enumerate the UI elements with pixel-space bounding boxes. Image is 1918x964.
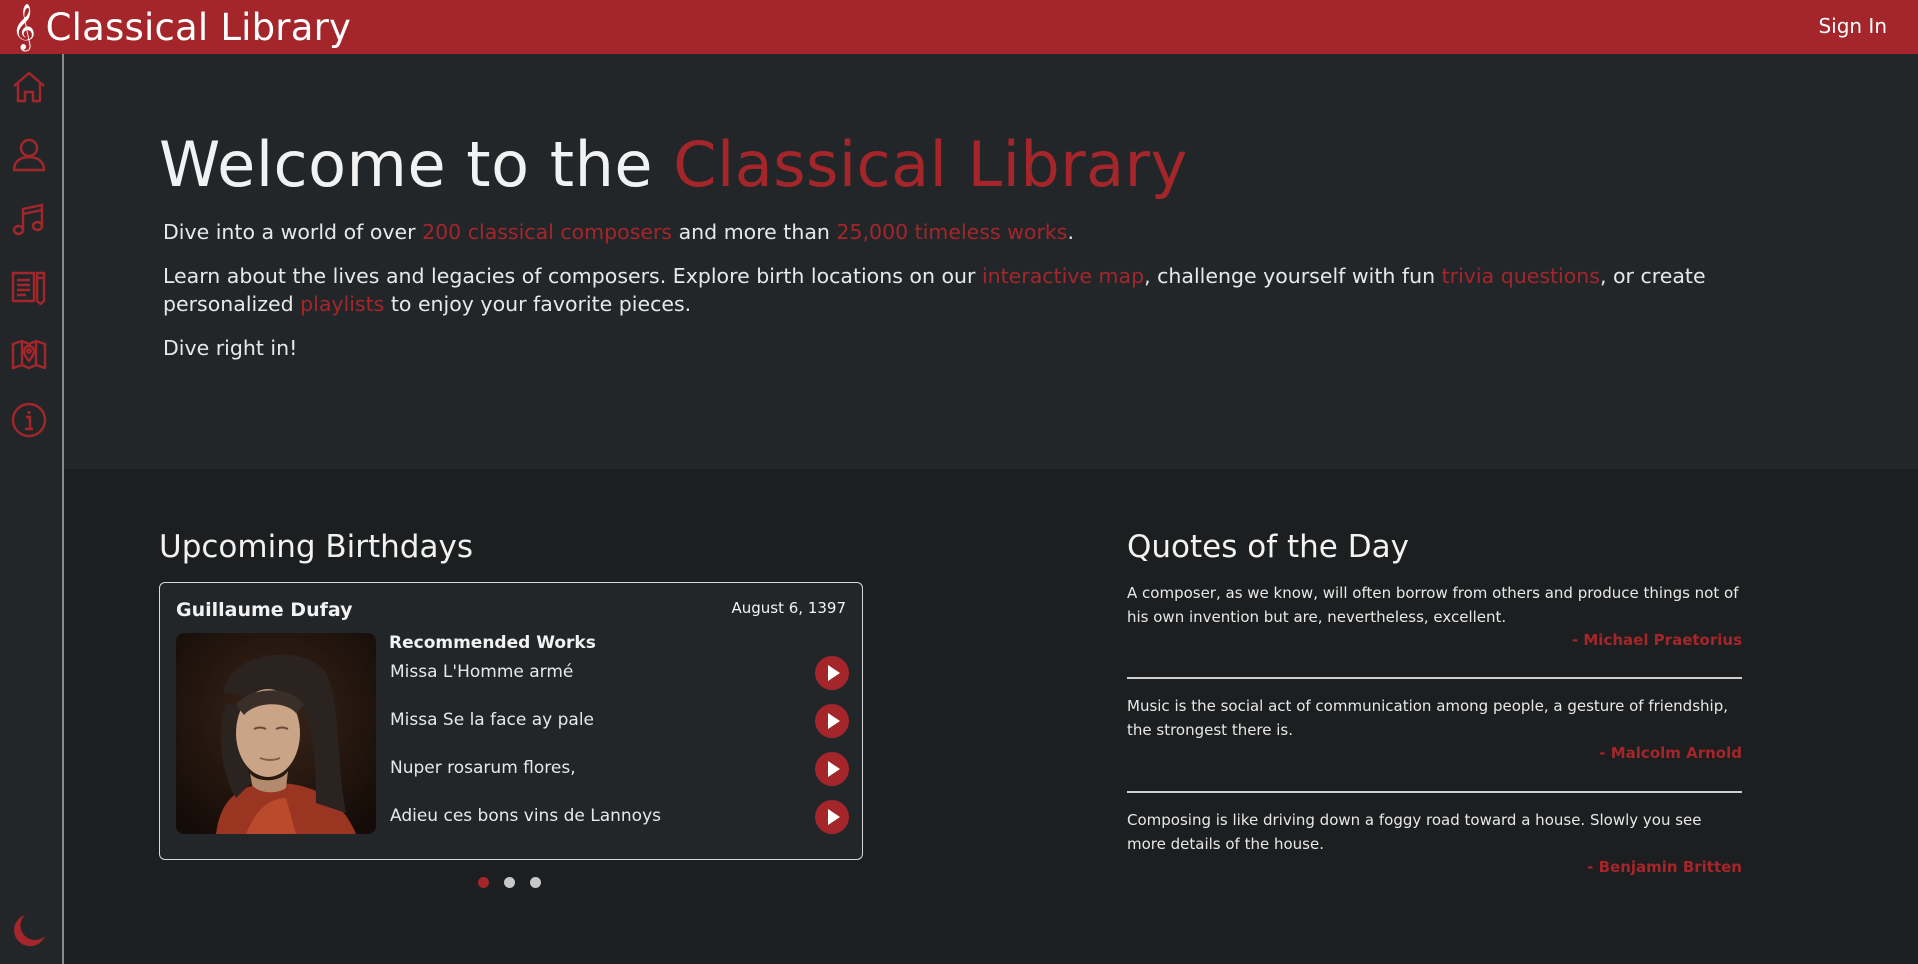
carousel-dots — [478, 877, 541, 889]
title-accent: Classical Library — [673, 128, 1188, 201]
quote-item: Music is the social act of communication… — [1127, 694, 1742, 762]
play-icon[interactable] — [815, 752, 849, 786]
hero-paragraph-2: Learn about the lives and legacies of co… — [163, 262, 1763, 318]
hero-text: . — [1067, 220, 1074, 244]
music-note-icon[interactable] — [10, 201, 48, 239]
carousel-dot-3[interactable] — [530, 877, 541, 888]
birthdays-title: Upcoming Birthdays — [159, 529, 473, 565]
quote-divider — [1127, 791, 1742, 793]
birth-date: August 6, 1397 — [731, 599, 846, 617]
hero-paragraph-1: Dive into a world of over 200 classical … — [163, 218, 1763, 246]
quote-author[interactable]: - Michael Praetorius — [1127, 631, 1742, 649]
composer-portrait — [176, 633, 376, 834]
app-title: Classical Library — [45, 5, 352, 49]
birthday-card: Guillaume Dufay August 6, 1397 Recommend… — [159, 582, 863, 860]
user-icon[interactable] — [10, 135, 48, 173]
play-icon[interactable] — [815, 704, 849, 738]
work-item: Missa L'Homme armé — [389, 656, 849, 690]
interactive-map-link[interactable]: interactive map — [982, 264, 1144, 288]
map-icon[interactable] — [10, 334, 48, 372]
quote-text: A composer, as we know, will often borro… — [1127, 584, 1739, 626]
hero-text: , challenge yourself with fun — [1144, 264, 1442, 288]
info-icon[interactable] — [10, 401, 48, 439]
work-title: Adieu ces bons vins de Lannoys — [390, 806, 662, 826]
hero-text: and more than — [672, 220, 837, 244]
work-title: Nuper rosarum flores, — [390, 758, 576, 778]
quote-author[interactable]: - Malcolm Arnold — [1127, 744, 1742, 762]
composers-link[interactable]: 200 classical composers — [422, 220, 672, 244]
document-icon[interactable] — [10, 268, 48, 306]
quote-divider — [1127, 677, 1742, 679]
quotes-title: Quotes of the Day — [1127, 529, 1409, 565]
quote-item: Composing is like driving down a foggy r… — [1127, 808, 1742, 876]
sign-in-link[interactable]: Sign In — [1818, 14, 1887, 38]
quote-author[interactable]: - Benjamin Britten — [1127, 858, 1742, 876]
quote-text: Composing is like driving down a foggy r… — [1127, 811, 1702, 853]
work-title: Missa L'Homme armé — [390, 662, 574, 682]
playlists-link[interactable]: playlists — [300, 292, 384, 316]
play-icon[interactable] — [815, 656, 849, 690]
home-icon[interactable] — [10, 68, 48, 106]
page-title: Welcome to the Classical Library — [159, 128, 1188, 201]
hero-paragraph-3: Dive right in! — [163, 336, 298, 360]
moon-icon[interactable] — [10, 912, 48, 950]
lower-section: Upcoming Birthdays Guillaume Dufay Augus… — [64, 469, 1918, 964]
recommended-works-label: Recommended Works — [389, 633, 596, 653]
trivia-link[interactable]: trivia questions — [1442, 264, 1600, 288]
treble-clef-logo-icon: 𝄞 — [12, 4, 36, 50]
play-icon[interactable] — [815, 800, 849, 834]
quote-text: Music is the social act of communication… — [1127, 697, 1728, 739]
carousel-dot-2[interactable] — [504, 877, 515, 888]
work-item: Nuper rosarum flores, — [389, 752, 849, 786]
works-link[interactable]: 25,000 timeless works — [836, 220, 1067, 244]
hero-text: Dive into a world of over — [163, 220, 423, 244]
hero-text: Learn about the lives and legacies of co… — [163, 264, 982, 288]
work-item: Adieu ces bons vins de Lannoys — [389, 800, 849, 834]
hero-text: to enjoy your favorite pieces. — [384, 292, 692, 316]
work-item: Missa Se la face ay pale — [389, 704, 849, 738]
top-bar: 𝄞 Classical Library Sign In — [0, 0, 1918, 54]
work-title: Missa Se la face ay pale — [390, 710, 595, 730]
title-prefix: Welcome to the — [159, 128, 674, 201]
carousel-dot-1[interactable] — [478, 877, 489, 888]
sidebar — [0, 54, 64, 964]
composer-name[interactable]: Guillaume Dufay — [176, 599, 353, 621]
quote-item: A composer, as we know, will often borro… — [1127, 581, 1742, 649]
hero-section: Welcome to the Classical Library Dive in… — [64, 54, 1918, 469]
brand[interactable]: 𝄞 Classical Library — [0, 0, 351, 54]
